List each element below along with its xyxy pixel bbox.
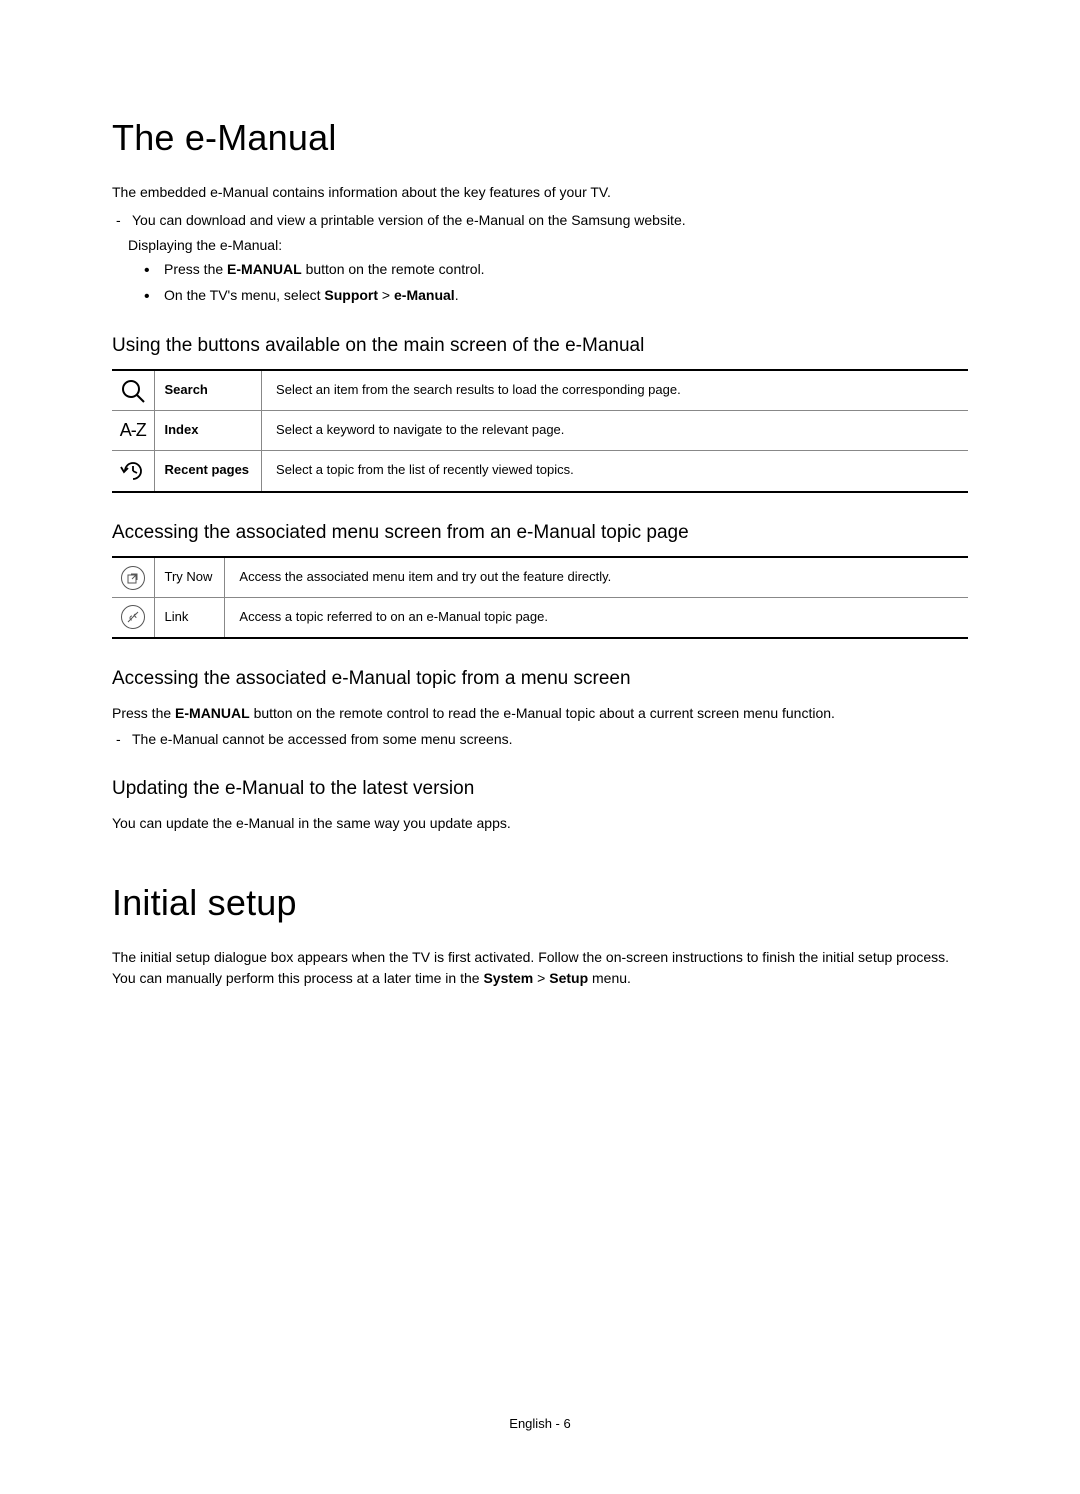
table-topic-actions: Try Now Access the associated menu item …: [112, 556, 968, 639]
dash-list: You can download and view a printable ve…: [112, 210, 968, 230]
row-label: Try Now: [154, 557, 225, 597]
row-desc: Access the associated menu item and try …: [225, 557, 968, 597]
table-row: Search Select an item from the search re…: [112, 370, 968, 410]
row-label: Index: [154, 411, 262, 451]
heading-updating: Updating the e-Manual to the latest vers…: [112, 775, 968, 803]
bold-emanual: E-MANUAL: [175, 705, 250, 721]
access-paragraph: Press the E-MANUAL button on the remote …: [112, 703, 968, 723]
initial-paragraph: The initial setup dialogue box appears w…: [112, 947, 968, 988]
search-icon: [112, 370, 154, 410]
heading-emanual: The e-Manual: [112, 112, 968, 164]
row-label: Recent pages: [154, 450, 262, 492]
bold-system: System: [483, 970, 533, 986]
displaying-line: Displaying the e-Manual:: [112, 235, 968, 255]
dash-item-download: You can download and view a printable ve…: [116, 210, 968, 230]
intro-text: The embedded e-Manual contains informati…: [112, 182, 968, 202]
bullet-press: Press the E-MANUAL button on the remote …: [144, 259, 968, 279]
table-row: Recent pages Select a topic from the lis…: [112, 450, 968, 492]
text: menu.: [588, 970, 631, 986]
try-now-icon: [112, 557, 154, 597]
table-row: Link Access a topic referred to on an e-…: [112, 598, 968, 638]
heading-using-buttons: Using the buttons available on the main …: [112, 332, 968, 360]
row-label: Search: [154, 370, 262, 410]
heading-accessing-menu: Accessing the associated menu screen fro…: [112, 519, 968, 547]
text: >: [533, 970, 549, 986]
bold-setup: Setup: [549, 970, 588, 986]
bold-emanual-menu: e-Manual: [394, 287, 455, 303]
index-icon: A-Z: [112, 411, 154, 451]
bullet-list: Press the E-MANUAL button on the remote …: [112, 259, 968, 306]
bold-support: Support: [324, 287, 378, 303]
text: Press the: [112, 705, 175, 721]
row-label: Link: [154, 598, 225, 638]
heading-accessing-topic: Accessing the associated e-Manual topic …: [112, 665, 968, 693]
row-desc: Select a topic from the list of recently…: [262, 450, 968, 492]
text: .: [455, 287, 459, 303]
text: Press the: [164, 261, 227, 277]
text: button on the remote control to read the…: [250, 705, 835, 721]
text: button on the remote control.: [302, 261, 485, 277]
text: >: [378, 287, 394, 303]
bold-emanual: E-MANUAL: [227, 261, 302, 277]
row-desc: Access a topic referred to on an e-Manua…: [225, 598, 968, 638]
page-footer: English - 6: [0, 1415, 1080, 1434]
row-desc: Select a keyword to navigate to the rele…: [262, 411, 968, 451]
heading-initial-setup: Initial setup: [112, 877, 968, 929]
bullet-menu: On the TV's menu, select Support > e-Man…: [144, 285, 968, 305]
table-row: Try Now Access the associated menu item …: [112, 557, 968, 597]
updating-paragraph: You can update the e-Manual in the same …: [112, 813, 968, 833]
recent-icon: [112, 450, 154, 492]
dash-item-cannot: The e-Manual cannot be accessed from som…: [116, 729, 968, 749]
link-icon: [112, 598, 154, 638]
table-main-buttons: Search Select an item from the search re…: [112, 369, 968, 493]
table-row: A-Z Index Select a keyword to navigate t…: [112, 411, 968, 451]
text: On the TV's menu, select: [164, 287, 324, 303]
dash-list: The e-Manual cannot be accessed from som…: [112, 729, 968, 749]
row-desc: Select an item from the search results t…: [262, 370, 968, 410]
